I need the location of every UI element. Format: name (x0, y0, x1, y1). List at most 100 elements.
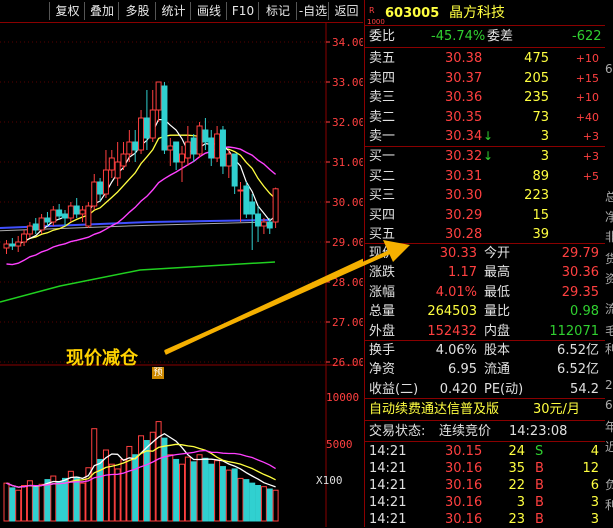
stat-row: 外盘 152432 内盘 112071 (365, 322, 605, 341)
toolbar-btn-8[interactable]: 返回 (328, 2, 364, 20)
candle-body (85, 205, 92, 227)
candle-body (190, 137, 197, 155)
ask-row: 卖三 30.36 235 +10 (365, 88, 605, 107)
volume-bar (190, 461, 197, 522)
volume-bar (79, 482, 86, 522)
toolbar-btn-3[interactable]: 统计 (155, 2, 191, 20)
tick-count: 3 (590, 495, 599, 510)
stat-label: 流通 (484, 362, 511, 378)
candle-body (56, 209, 63, 217)
volume-bar (202, 457, 209, 522)
stat-label: 股本 (484, 343, 511, 358)
candle-body (44, 217, 51, 223)
annotation-badge: 预 (152, 367, 164, 379)
volume-bar (149, 431, 156, 522)
toolbar-btn-7[interactable]: -自选 (296, 2, 329, 20)
right-strip-label: 流 (605, 302, 613, 316)
chart-toolbar: 复权叠加多股统计画线F10标记-自选返回 ◇ ⚙ (0, 0, 364, 40)
tick-side: B (535, 512, 544, 527)
volume-bar (26, 480, 33, 522)
ask-row: 卖一 30.34 ↓ 3 +3 (365, 127, 605, 146)
toolbar-btn-2[interactable]: 多股 (118, 2, 156, 20)
right-strip-label: 年 (605, 420, 613, 434)
price-tick: 31.00 (332, 156, 363, 169)
bid-volume: 3 (540, 149, 549, 164)
stat-value: 6.95 (448, 362, 477, 378)
stat-row: 收益(二) 0.420 PE(动) 54.2 (365, 380, 605, 399)
ask-price: 30.38 (445, 51, 483, 66)
volume-bar (143, 440, 150, 522)
ask-label: 卖三 (369, 90, 396, 106)
weibi-value: -45.74% (431, 29, 486, 44)
annotation-text: 现价减仓 (66, 348, 138, 369)
candle-body (62, 213, 68, 219)
bid-label: 买四 (369, 207, 396, 223)
bid-price: 30.28 (445, 227, 483, 243)
tick-row: 14:21 30.15 24 S 4 (365, 443, 605, 460)
volume-bar (272, 489, 279, 522)
stat-label: 今开 (484, 246, 511, 261)
bid-price: 30.29 (445, 207, 483, 223)
ask-row: 卖二 30.35 73 +40 (365, 108, 605, 127)
trade-status-time: 14:23:08 (509, 424, 568, 439)
price-tick: 33.00 (332, 76, 363, 89)
volume-bar (56, 481, 63, 522)
candle-body (149, 109, 156, 139)
volume-bar (260, 486, 267, 522)
bid-row: 买四 30.29 15 (365, 206, 605, 225)
candle-body (15, 241, 22, 247)
kline-chart[interactable]: 34.00 33.00 32.00 31.00 30.00 29.00 28.00 27.00… (0, 23, 363, 527)
tick-price: 30.16 (445, 512, 483, 527)
tick-side: B (535, 495, 544, 510)
tick-volume: 35 (508, 461, 525, 476)
volume-bar (225, 469, 232, 522)
bid-price: 30.31 (445, 168, 483, 184)
weicha-value: -622 (572, 29, 602, 44)
tick-volume: 24 (508, 444, 525, 459)
stat-label: 内盘 (484, 323, 511, 339)
stock-name: 晶方科技 (449, 5, 505, 21)
volume-bar (32, 486, 39, 522)
tick-count: 6 (590, 478, 599, 493)
toolbar-btn-6[interactable]: 标记 (258, 2, 297, 20)
ask-label: 卖二 (369, 109, 396, 125)
price-tick: 34.00 (332, 36, 363, 49)
candle-body (179, 153, 185, 163)
stock-code: 603005 (385, 6, 440, 21)
candle-body (120, 153, 127, 167)
volume-tick: X100 (316, 474, 343, 487)
volume-bar (167, 454, 174, 522)
bid-label: 买二 (369, 168, 396, 184)
tick-side: B (535, 478, 544, 493)
bid-change: +5 (582, 169, 599, 183)
volume-bar (266, 488, 273, 522)
candle-body (255, 213, 262, 227)
candle-body (21, 233, 28, 243)
volume-bar (114, 468, 121, 522)
right-strip-label: 货 (605, 252, 613, 266)
stat-value: 54.2 (570, 381, 599, 397)
volume-bar (132, 454, 139, 522)
right-strip-label: 总 (605, 190, 613, 204)
ask-change: +15 (575, 71, 599, 85)
stat-value: 152432 (427, 323, 477, 339)
price-tick: 32.00 (332, 116, 363, 129)
volume-bar (44, 479, 51, 522)
candle-body (272, 188, 279, 223)
stat-value: 4.06% (435, 343, 477, 358)
promo-price[interactable]: 30元/月 (533, 400, 580, 419)
promo-row[interactable]: 自动续费通达信普及版 30元/月 (365, 400, 605, 419)
toolbar-btn-5[interactable]: F10 (226, 2, 259, 20)
ask-volume: 235 (524, 90, 549, 106)
tick-time: 14:21 (369, 512, 407, 527)
toolbar-btn-4[interactable]: 画线 (190, 2, 227, 20)
tick-time: 14:21 (369, 478, 407, 493)
promo-text[interactable]: 自动续费通达信普及版 (369, 400, 499, 419)
toolbar-btn-1[interactable]: 叠加 (84, 2, 119, 20)
ask-change: +3 (582, 130, 599, 144)
volume-bar (249, 482, 256, 522)
candle-body (97, 181, 104, 195)
toolbar-btn-0[interactable]: 复权 (49, 2, 85, 20)
tick-time: 14:21 (369, 495, 407, 510)
right-strip-label: 资 (605, 272, 613, 286)
